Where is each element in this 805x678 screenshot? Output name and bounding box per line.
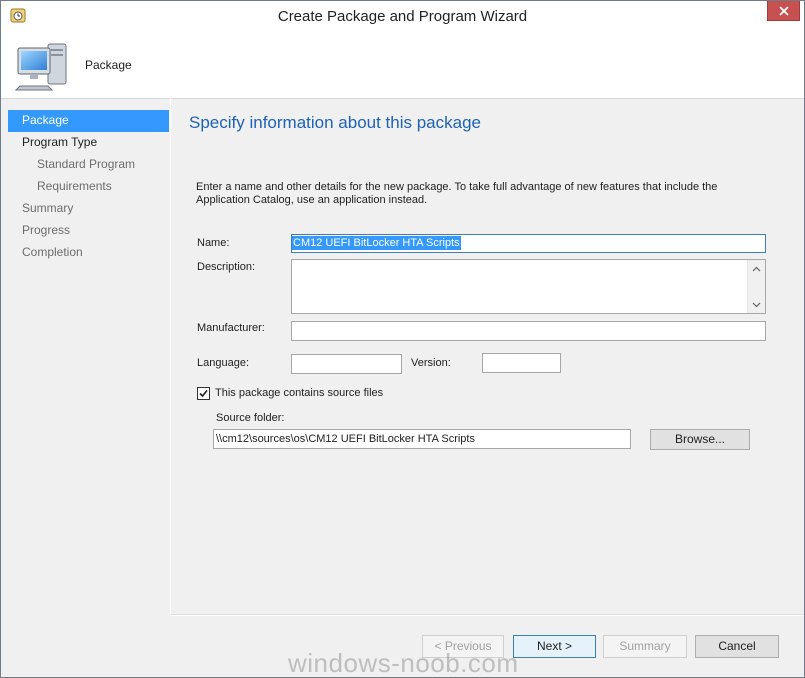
wizard-window: Create Package and Program Wizard Packag… [0,0,805,678]
version-field[interactable] [482,353,561,373]
description-field[interactable] [291,259,766,314]
nav-item-summary[interactable]: Summary [8,198,169,220]
version-label: Version: [411,357,451,369]
footer-divider-highlight [171,615,804,616]
close-button[interactable] [767,1,800,21]
scroll-up-button[interactable] [748,260,765,277]
computer-icon [14,43,67,91]
description-scrollbar[interactable] [747,260,765,313]
nav-item-progress[interactable]: Progress [8,220,169,242]
wizard-nav: Package Program Type Standard Program Re… [8,110,169,264]
cancel-button[interactable]: Cancel [695,635,779,658]
title-bar[interactable]: Create Package and Program Wizard [1,1,804,32]
close-icon [778,5,789,16]
name-field-value: CM12 UEFI BitLocker HTA Scripts [292,236,461,250]
source-folder-label: Source folder: [216,412,285,424]
watermark: windows-noob.com [288,648,519,678]
nav-item-package[interactable]: Package [8,110,169,132]
source-files-checkbox-label[interactable]: This package contains source files [215,387,383,399]
language-label: Language: [197,357,249,369]
name-label: Name: [197,237,230,249]
manufacturer-field[interactable] [291,321,766,341]
header-title: Package [85,58,132,72]
page-title: Specify information about this package [189,113,482,132]
next-button[interactable]: Next > [513,635,596,658]
nav-item-standard-program[interactable]: Standard Program [8,154,169,176]
nav-item-requirements[interactable]: Requirements [8,176,169,198]
source-files-checkbox[interactable] [197,387,210,400]
checkmark-icon [199,389,208,398]
scroll-down-button[interactable] [748,296,765,313]
window-title: Create Package and Program Wizard [277,8,528,25]
language-field[interactable] [291,354,402,374]
description-label: Description: [197,261,256,273]
intro-text: Enter a name and other details for the n… [196,181,718,206]
wizard-header: Package [1,32,804,99]
browse-button[interactable]: Browse... [650,429,750,450]
manufacturer-label: Manufacturer: [197,322,265,334]
source-folder-field[interactable]: \\cm12\sources\os\CM12 UEFI BitLocker HT… [213,429,631,449]
chevron-up-icon [752,266,761,271]
summary-button[interactable]: Summary [603,635,687,658]
nav-item-completion[interactable]: Completion [8,242,169,264]
nav-item-program-type[interactable]: Program Type [8,132,169,154]
chevron-down-icon [752,302,761,307]
